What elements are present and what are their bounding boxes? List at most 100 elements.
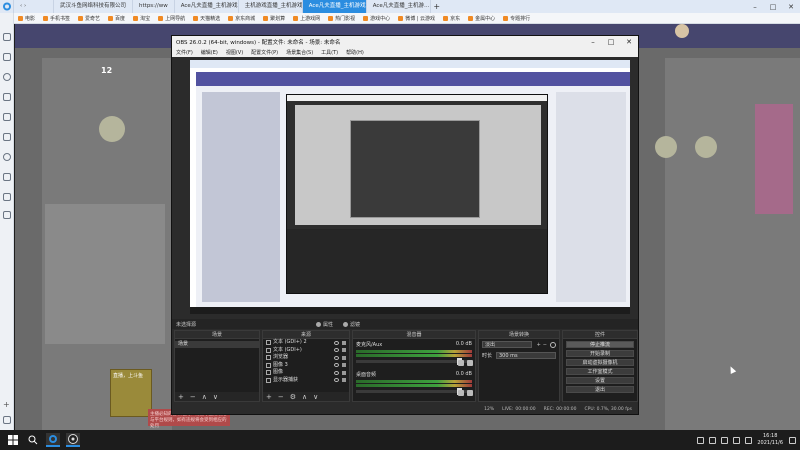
bookmark-item[interactable]: 百度 (104, 15, 129, 22)
chat-icon[interactable] (3, 153, 11, 161)
add-icon[interactable]: + (178, 393, 184, 401)
menu-view[interactable]: 视图(V) (222, 49, 247, 56)
remove-icon[interactable]: − (278, 393, 284, 401)
promo-card[interactable]: 直播，上斗鱼 (110, 369, 152, 417)
menu-profile[interactable]: 配置文件(P) (247, 49, 282, 56)
duration-input[interactable]: 300 ms (496, 352, 556, 359)
notes-icon[interactable] (3, 113, 11, 121)
source-item[interactable]: 图像 (263, 369, 349, 377)
properties-button[interactable]: 属性 (316, 321, 333, 328)
add-sidebar-icon[interactable]: + (3, 401, 11, 409)
lock-icon[interactable] (342, 363, 346, 368)
menu-scene-collection[interactable]: 场景集合(S) (282, 49, 317, 56)
history-icon[interactable] (3, 53, 11, 61)
avatar[interactable] (99, 116, 125, 142)
bookmark-item[interactable]: 上网导航 (154, 15, 189, 22)
bookmark-item[interactable]: 京东商城 (224, 15, 259, 22)
lock-icon[interactable] (342, 348, 346, 353)
bookmark-item[interactable]: 上游戏网 (289, 15, 324, 22)
start-virtual-camera-button[interactable]: 启动虚拟摄像机 (566, 358, 634, 366)
obs-taskbar-icon[interactable] (66, 433, 80, 447)
move-down-icon[interactable]: ∨ (313, 393, 318, 401)
speaker-icon[interactable] (458, 390, 464, 396)
gear-icon[interactable] (550, 341, 556, 348)
windows-start-icon[interactable] (6, 433, 20, 447)
speaker-icon[interactable] (458, 360, 464, 366)
menu-tools[interactable]: 工具(T) (317, 49, 342, 56)
obs-preview[interactable] (190, 60, 630, 314)
mail-icon[interactable] (3, 133, 11, 141)
stop-streaming-button[interactable]: 停止推流 (566, 340, 634, 348)
menu-help[interactable]: 帮助(H) (342, 49, 368, 56)
source-item[interactable]: 图像 3 (263, 362, 349, 370)
menu-edit[interactable]: 编辑(E) (197, 49, 222, 56)
visibility-icon[interactable] (334, 340, 339, 345)
lock-icon[interactable] (342, 355, 346, 360)
tray-app-icon[interactable] (697, 436, 705, 444)
bookmark-item[interactable]: 京东 (439, 15, 464, 22)
settings-button[interactable]: 设置 (566, 376, 634, 384)
chevron-up-icon[interactable] (709, 436, 717, 444)
bookmark-item[interactable]: 爱奇艺 (74, 15, 104, 22)
new-tab-icon[interactable]: + (431, 2, 443, 11)
game-icon[interactable] (3, 173, 11, 181)
gear-icon[interactable]: ⚙ (290, 393, 296, 401)
bookmark-item[interactable]: 手机书签 (39, 15, 74, 22)
bookmark-item[interactable]: 微博 | 云游戏 (394, 15, 439, 22)
source-item[interactable]: 文本 (GDI+) 2 (263, 339, 349, 347)
sidebar-settings-icon[interactable] (3, 416, 11, 424)
transition-select[interactable]: 淡出 (482, 341, 532, 348)
network-icon[interactable] (721, 436, 729, 444)
browser-tab-4[interactable]: Ace凡夫直播_主机游… (367, 0, 431, 13)
menu-file[interactable]: 文件(F) (172, 49, 197, 56)
lock-icon[interactable] (342, 370, 346, 375)
visibility-icon[interactable] (334, 370, 339, 375)
bookmark-item[interactable]: 热门影视 (324, 15, 359, 22)
remove-icon[interactable]: − (543, 342, 547, 348)
bookmark-item[interactable]: 游戏中心 (359, 15, 394, 22)
exit-button[interactable]: 退出 (566, 385, 634, 393)
cloud-icon[interactable] (3, 193, 11, 201)
filters-button[interactable]: 滤镜 (343, 321, 360, 328)
source-item[interactable]: 显示器捕获 (263, 377, 349, 385)
promo-banner[interactable] (755, 104, 793, 214)
avatar[interactable] (675, 24, 689, 38)
avatar[interactable] (655, 136, 677, 158)
bookmark-item[interactable]: 聚划算 (259, 15, 289, 22)
input-method-icon[interactable] (745, 436, 753, 444)
app-icon[interactable] (3, 211, 11, 219)
favorites-icon[interactable] (3, 33, 11, 41)
notification-icon[interactable] (789, 436, 796, 444)
clock[interactable]: 16:18 2021/11/6 (757, 433, 783, 447)
minimize-icon[interactable]: – (746, 3, 764, 11)
back-icon[interactable]: ‹ › (14, 0, 54, 13)
maximize-icon[interactable]: □ (764, 3, 782, 11)
lock-icon[interactable] (342, 378, 346, 383)
studio-mode-button[interactable]: 工作室模式 (566, 367, 634, 375)
visibility-icon[interactable] (334, 355, 339, 360)
browser-taskbar-icon[interactable] (46, 433, 60, 447)
visibility-icon[interactable] (334, 363, 339, 368)
add-icon[interactable]: + (266, 393, 272, 401)
remove-icon[interactable]: − (190, 393, 196, 401)
add-icon[interactable]: + (537, 342, 541, 348)
bookmark-item[interactable]: 天猫精选 (189, 15, 224, 22)
browser-tab-2[interactable]: 主机游戏直播_主机游戏直播… (239, 0, 303, 13)
minimize-icon[interactable]: – (584, 38, 602, 46)
gear-icon[interactable] (467, 390, 473, 396)
gear-icon[interactable] (467, 360, 473, 366)
bookmark-item[interactable]: 淘宝 (129, 15, 154, 22)
search-icon[interactable] (26, 433, 40, 447)
download-icon[interactable] (3, 93, 11, 101)
start-recording-button[interactable]: 开始录制 (566, 349, 634, 357)
move-down-icon[interactable]: ∨ (213, 393, 218, 401)
browser-logo-icon[interactable] (0, 0, 14, 13)
lock-icon[interactable] (342, 340, 346, 345)
bookmark-item[interactable]: 专题排行 (499, 15, 534, 22)
move-up-icon[interactable]: ∧ (202, 393, 207, 401)
volume-icon[interactable] (733, 436, 741, 444)
bookmark-item[interactable]: 电影 (14, 15, 39, 22)
avatar[interactable] (695, 136, 717, 158)
source-item[interactable]: 浏览器 (263, 354, 349, 362)
move-up-icon[interactable]: ∧ (302, 393, 307, 401)
